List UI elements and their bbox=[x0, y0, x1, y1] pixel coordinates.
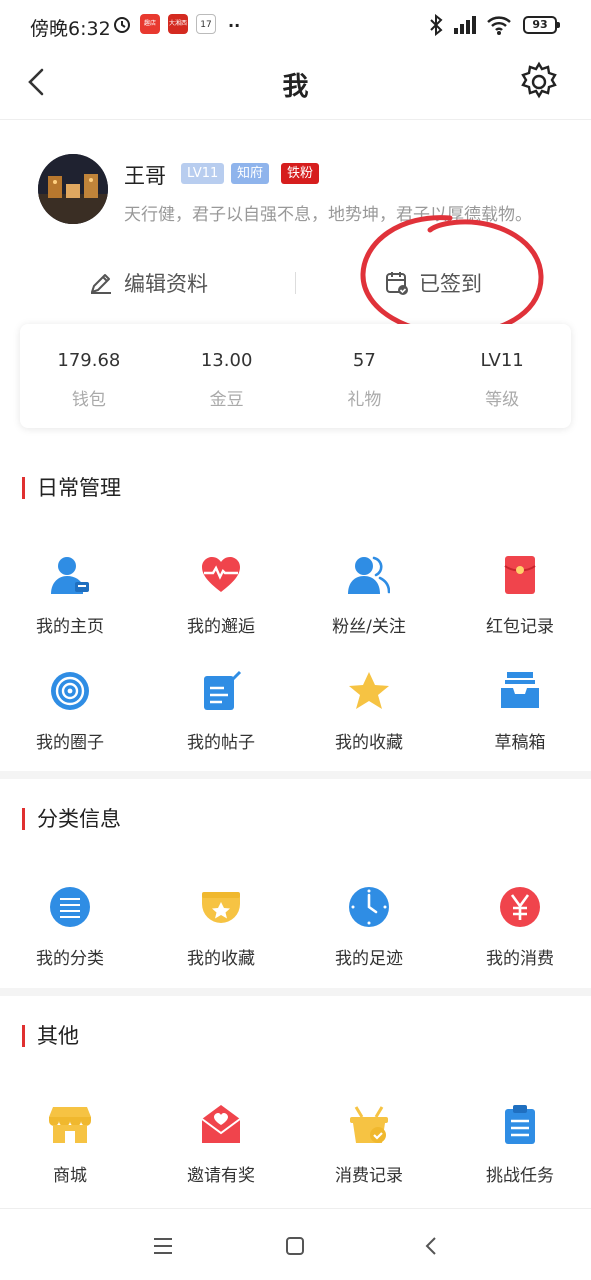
grid-item-label: 我的分类 bbox=[36, 949, 104, 969]
red-circle-annotation bbox=[360, 215, 544, 337]
menu-button[interactable] bbox=[148, 1231, 178, 1261]
stat-gold-beans[interactable]: 13.00 金豆 bbox=[158, 324, 296, 428]
menu-icon bbox=[154, 1238, 172, 1254]
stat-level[interactable]: LV11 等级 bbox=[433, 324, 571, 428]
envelope-heart-icon bbox=[201, 1105, 241, 1143]
grid-item-label: 我的收藏 bbox=[335, 733, 403, 753]
red-packet-icon bbox=[504, 556, 536, 594]
grid-item-label: 挑战任务 bbox=[486, 1166, 554, 1186]
store-icon bbox=[49, 1107, 91, 1143]
page-title: 我 bbox=[282, 72, 309, 102]
grid-item-label: 我的收藏 bbox=[187, 949, 255, 969]
action-divider bbox=[295, 272, 296, 294]
grid-item-label: 我的邂逅 bbox=[187, 617, 255, 637]
grid-item-footprints[interactable]: 我的足迹 bbox=[295, 886, 443, 969]
grid-item-label: 消费记录 bbox=[335, 1166, 403, 1186]
users-icon bbox=[348, 556, 391, 594]
grid-item-favorites[interactable]: 我的收藏 bbox=[295, 670, 443, 753]
battery-indicator: 93 bbox=[523, 16, 560, 34]
inbox-tray-icon bbox=[501, 672, 539, 708]
app-notification-icon: 大湘西 bbox=[168, 14, 188, 34]
grid-item-circles[interactable]: 我的圈子 bbox=[0, 670, 144, 753]
nav-back-button[interactable] bbox=[416, 1231, 446, 1261]
grid-item-spending-records[interactable]: 消费记录 bbox=[295, 1103, 443, 1186]
grid-item-followers[interactable]: 粉丝/关注 bbox=[295, 554, 443, 637]
section-gap bbox=[0, 988, 591, 996]
system-nav-bar bbox=[0, 1208, 591, 1280]
grid-item-challenges[interactable]: 挑战任务 bbox=[446, 1103, 591, 1186]
list-icon bbox=[50, 887, 90, 927]
gear-icon bbox=[521, 61, 557, 99]
square-icon bbox=[286, 1237, 304, 1255]
grid-item-label: 邀请有奖 bbox=[187, 1166, 255, 1186]
bluetooth-icon bbox=[428, 13, 444, 40]
section-gap bbox=[0, 771, 591, 779]
edit-document-icon bbox=[204, 670, 242, 710]
stats-card: 179.68 钱包 13.00 金豆 57 礼物 LV11 等级 bbox=[20, 324, 571, 428]
grid-item-drafts[interactable]: 草稿箱 bbox=[446, 670, 591, 753]
grid-item-posts[interactable]: 我的帖子 bbox=[147, 670, 295, 753]
stat-value: 57 bbox=[352, 350, 376, 371]
grid-item-label: 草稿箱 bbox=[494, 733, 546, 753]
status-time: 傍晚6:32 bbox=[30, 18, 111, 40]
grid-item-spending[interactable]: 我的消费 bbox=[446, 886, 591, 969]
stat-value: 179.68 bbox=[57, 350, 121, 371]
grid-item-encounter[interactable]: 我的邂逅 bbox=[147, 554, 295, 637]
grid-item-label: 商城 bbox=[53, 1166, 87, 1186]
grid-item-invite[interactable]: 邀请有奖 bbox=[147, 1103, 295, 1186]
home-button[interactable] bbox=[280, 1231, 310, 1261]
stat-wallet[interactable]: 179.68 钱包 bbox=[20, 324, 158, 428]
level-badge: LV11 bbox=[181, 163, 225, 184]
user-name: 王哥 bbox=[124, 164, 166, 188]
clock-icon bbox=[349, 887, 389, 927]
status-bar: 傍晚6:32 趣店 大湘西 17 ·· 93 bbox=[0, 0, 591, 52]
basket-check-icon bbox=[350, 1106, 388, 1143]
grid-item-red-packet[interactable]: 红包记录 bbox=[446, 554, 591, 637]
stat-gifts[interactable]: 57 礼物 bbox=[296, 324, 434, 428]
more-notifications-icon: ·· bbox=[228, 16, 241, 35]
stat-label: 礼物 bbox=[347, 390, 382, 410]
grid-item-label: 我的消费 bbox=[486, 949, 554, 969]
chevron-left-icon bbox=[425, 1237, 436, 1255]
grid-item-label: 我的主页 bbox=[36, 617, 104, 637]
stat-label: 钱包 bbox=[71, 390, 106, 410]
grid-item-label: 我的帖子 bbox=[187, 733, 255, 753]
section-title-other: 其他 bbox=[22, 1025, 79, 1047]
grid-item-category-favorites[interactable]: 我的收藏 bbox=[147, 886, 295, 969]
star-box-icon bbox=[202, 892, 240, 923]
wifi-icon bbox=[486, 14, 512, 40]
title-badge: 知府 bbox=[231, 163, 270, 184]
yen-icon bbox=[500, 887, 540, 927]
edit-profile-label: 编辑资料 bbox=[124, 272, 208, 296]
grid-item-my-category[interactable]: 我的分类 bbox=[0, 886, 144, 969]
stat-label: 金豆 bbox=[209, 390, 244, 410]
settings-button[interactable] bbox=[517, 60, 561, 104]
top-header: 我 bbox=[0, 52, 591, 120]
star-icon bbox=[349, 672, 389, 709]
stat-value: 13.00 bbox=[200, 350, 253, 371]
section-title-category: 分类信息 bbox=[22, 808, 121, 830]
stat-label: 等级 bbox=[485, 390, 520, 410]
heart-pulse-icon bbox=[202, 557, 240, 592]
user-card-icon bbox=[51, 557, 89, 594]
edit-profile-button[interactable]: 编辑资料 bbox=[88, 266, 208, 300]
section-title-daily: 日常管理 bbox=[22, 477, 121, 499]
grid-item-mall[interactable]: 商城 bbox=[0, 1103, 144, 1186]
signal-icon bbox=[452, 14, 480, 40]
grid-item-homepage[interactable]: 我的主页 bbox=[0, 554, 144, 637]
pencil-icon bbox=[91, 274, 111, 294]
app-notification-icon: 趣店 bbox=[140, 14, 160, 34]
alarm-icon bbox=[112, 14, 132, 38]
grid-item-label: 粉丝/关注 bbox=[332, 617, 406, 637]
grid-item-label: 我的足迹 bbox=[335, 949, 403, 969]
stat-value: LV11 bbox=[480, 350, 524, 371]
target-circle-icon bbox=[51, 672, 89, 710]
grid-item-label: 我的圈子 bbox=[36, 733, 104, 753]
fan-badge: 铁粉 bbox=[281, 163, 320, 184]
calendar-app-icon: 17 bbox=[196, 14, 216, 34]
clipboard-icon bbox=[505, 1105, 535, 1144]
avatar[interactable] bbox=[38, 154, 108, 224]
grid-item-label: 红包记录 bbox=[486, 617, 554, 637]
